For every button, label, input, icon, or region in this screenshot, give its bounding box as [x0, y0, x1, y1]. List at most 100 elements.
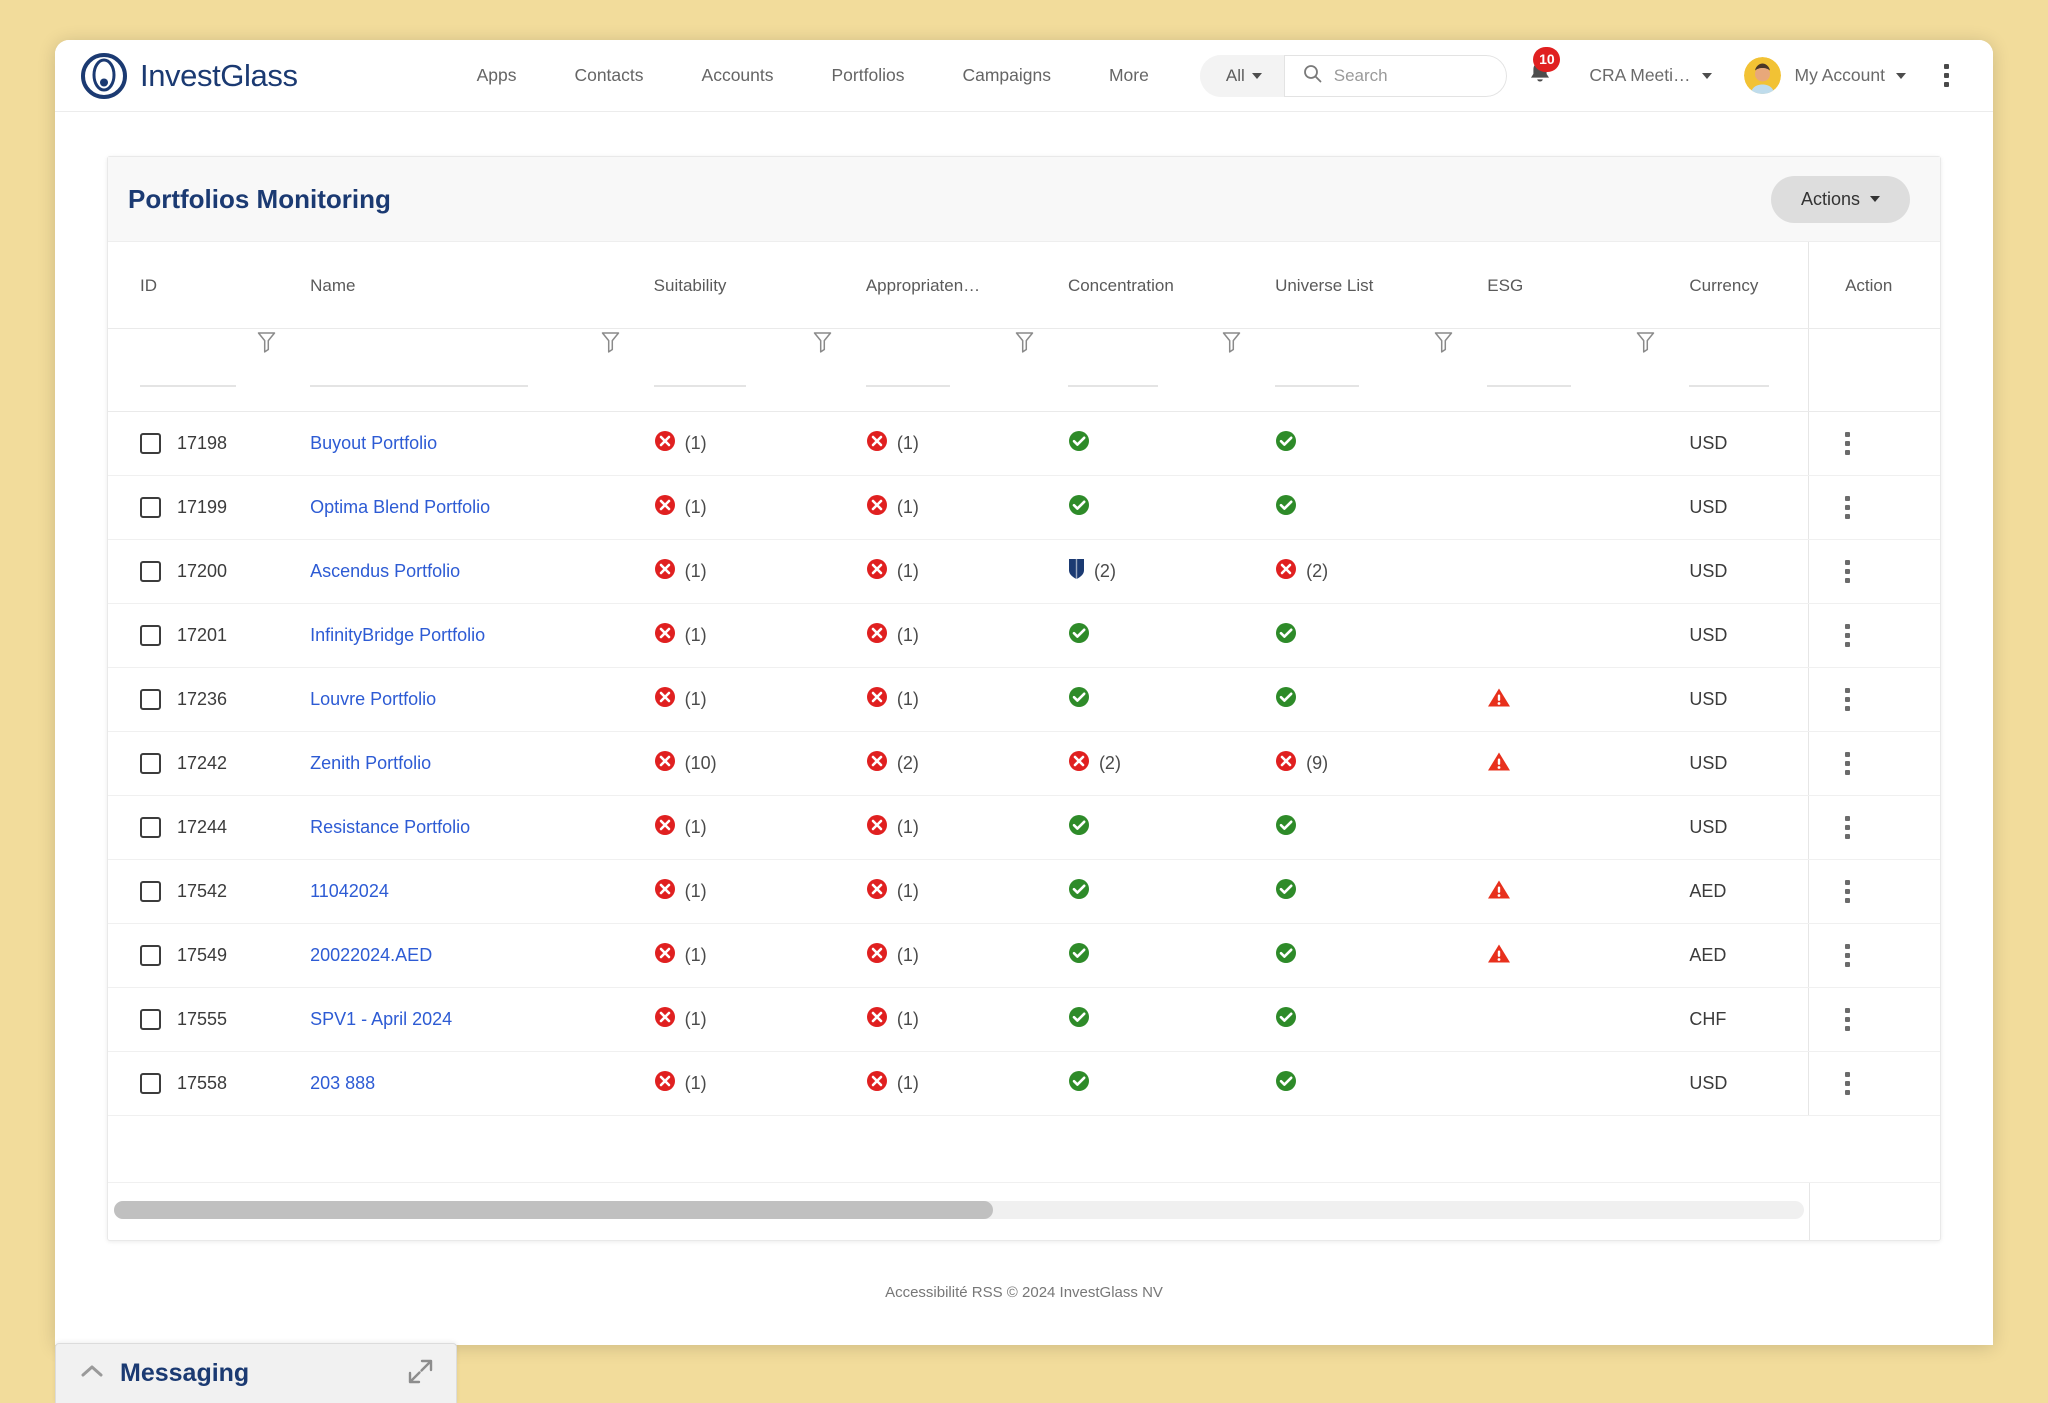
status-count: (1) [897, 817, 919, 838]
search-input[interactable]: Search [1284, 55, 1508, 97]
navbar-overflow-menu[interactable] [1922, 64, 1967, 87]
nav-item-portfolios[interactable]: Portfolios [803, 65, 934, 86]
context-switcher-dropdown[interactable]: CRA Meeti… [1573, 65, 1727, 86]
row-checkbox[interactable] [140, 497, 161, 518]
table-row[interactable]: 1754920022024.AED(1)(1)AED [108, 924, 1940, 988]
success-icon [1068, 494, 1090, 521]
row-id: 17236 [177, 689, 227, 710]
row-actions-menu[interactable] [1809, 432, 1940, 455]
portfolio-name-link[interactable]: 11042024 [310, 881, 389, 901]
portfolio-name-link[interactable]: Louvre Portfolio [310, 689, 436, 709]
filter-cell-action [1809, 329, 1940, 412]
portfolio-name-link[interactable]: Zenith Portfolio [310, 753, 431, 773]
filter-input-appropriateness[interactable] [866, 385, 950, 387]
row-actions-menu[interactable] [1809, 560, 1940, 583]
filter-input-name[interactable] [310, 385, 528, 387]
column-header-appropriateness[interactable]: Appropriaten… [866, 242, 1068, 329]
chevron-up-icon[interactable] [80, 1363, 104, 1384]
row-checkbox[interactable] [140, 433, 161, 454]
column-header-universe-list[interactable]: Universe List [1275, 242, 1487, 329]
notifications-button[interactable]: 10 [1507, 60, 1573, 92]
row-checkbox[interactable] [140, 881, 161, 902]
status-count: (2) [1099, 753, 1121, 774]
filter-icon[interactable] [1222, 331, 1241, 358]
success-icon [1275, 494, 1297, 521]
table-row[interactable]: 17244Resistance Portfolio(1)(1)USD [108, 796, 1940, 860]
nav-item-more[interactable]: More [1080, 65, 1178, 86]
error-icon [866, 1006, 888, 1033]
portfolio-name-link[interactable]: Resistance Portfolio [310, 817, 470, 837]
portfolio-name-link[interactable]: Optima Blend Portfolio [310, 497, 490, 517]
table-row[interactable]: 17558203 888(1)(1)USD [108, 1052, 1940, 1116]
portfolio-name-link[interactable]: InfinityBridge Portfolio [310, 625, 485, 645]
row-actions-menu[interactable] [1809, 624, 1940, 647]
row-checkbox[interactable] [140, 753, 161, 774]
filter-icon[interactable] [813, 331, 832, 358]
filter-input-concentration[interactable] [1068, 385, 1158, 387]
portfolio-name-link[interactable]: 203 888 [310, 1073, 375, 1093]
column-header-name[interactable]: Name [310, 242, 654, 329]
cell-universe-list [1275, 476, 1487, 540]
column-header-suitability[interactable]: Suitability [654, 242, 866, 329]
table-row[interactable]: 17242Zenith Portfolio(10)(2)(2)(9)USD [108, 732, 1940, 796]
row-actions-menu[interactable] [1809, 944, 1940, 967]
table-row[interactable]: 17198Buyout Portfolio(1)(1)USD [108, 412, 1940, 476]
nav-item-contacts[interactable]: Contacts [545, 65, 672, 86]
filter-input-esg[interactable] [1487, 385, 1571, 387]
column-header-id[interactable]: ID [108, 242, 310, 329]
cell-esg [1487, 732, 1689, 796]
row-checkbox[interactable] [140, 561, 161, 582]
row-checkbox[interactable] [140, 817, 161, 838]
messaging-dock[interactable]: Messaging [55, 1343, 457, 1403]
table-row[interactable]: 17199Optima Blend Portfolio(1)(1)USD [108, 476, 1940, 540]
table-row[interactable]: 17236Louvre Portfolio(1)(1)USD [108, 668, 1940, 732]
brand-logo[interactable]: InvestGlass [81, 53, 298, 99]
portfolio-name-link[interactable]: Buyout Portfolio [310, 433, 437, 453]
row-checkbox[interactable] [140, 689, 161, 710]
portfolio-name-link[interactable]: Ascendus Portfolio [310, 561, 460, 581]
row-actions-menu[interactable] [1809, 1072, 1940, 1095]
row-checkbox[interactable] [140, 945, 161, 966]
chevron-down-icon [1252, 73, 1262, 79]
nav-item-accounts[interactable]: Accounts [673, 65, 803, 86]
filter-icon[interactable] [257, 331, 276, 358]
table-row[interactable]: 17200Ascendus Portfolio(1)(1)(2)(2)USD [108, 540, 1940, 604]
expand-icon[interactable] [407, 1358, 434, 1390]
error-icon [1275, 558, 1297, 585]
filter-input-currency[interactable] [1689, 385, 1769, 387]
row-actions-menu[interactable] [1809, 816, 1940, 839]
actions-button[interactable]: Actions [1771, 176, 1910, 223]
filter-icon[interactable] [1015, 331, 1034, 358]
row-actions-menu[interactable] [1809, 496, 1940, 519]
row-checkbox[interactable] [140, 1073, 161, 1094]
row-actions-menu[interactable] [1809, 752, 1940, 775]
row-checkbox[interactable] [140, 625, 161, 646]
filter-icon[interactable] [1636, 331, 1655, 358]
portfolio-name-link[interactable]: SPV1 - April 2024 [310, 1009, 452, 1029]
dot [1845, 578, 1850, 583]
nav-item-apps[interactable]: Apps [448, 65, 546, 86]
row-actions-menu[interactable] [1809, 1008, 1940, 1031]
cell-currency: CHF [1689, 988, 1808, 1052]
row-checkbox[interactable] [140, 1009, 161, 1030]
search-scope-dropdown[interactable]: All [1200, 55, 1284, 97]
portfolio-name-link[interactable]: 20022024.AED [310, 945, 432, 965]
nav-item-campaigns[interactable]: Campaigns [933, 65, 1080, 86]
row-actions-menu[interactable] [1809, 688, 1940, 711]
filter-input-id[interactable] [140, 385, 236, 387]
row-actions-menu[interactable] [1809, 880, 1940, 903]
table-row[interactable]: 1754211042024(1)(1)AED [108, 860, 1940, 924]
cell-id: 17200 [108, 540, 310, 604]
table-row[interactable]: 17201InfinityBridge Portfolio(1)(1)USD [108, 604, 1940, 668]
horizontal-scrollbar-track[interactable] [114, 1201, 1804, 1219]
horizontal-scrollbar-thumb[interactable] [114, 1201, 993, 1219]
column-header-concentration[interactable]: Concentration [1068, 242, 1275, 329]
filter-icon[interactable] [601, 331, 620, 358]
column-header-currency[interactable]: Currency [1689, 242, 1808, 329]
column-header-esg[interactable]: ESG [1487, 242, 1689, 329]
filter-icon[interactable] [1434, 331, 1453, 358]
filter-input-universe-list[interactable] [1275, 385, 1359, 387]
account-menu[interactable]: My Account [1728, 57, 1922, 94]
table-row[interactable]: 17555SPV1 - April 2024(1)(1)CHF [108, 988, 1940, 1052]
filter-input-suitability[interactable] [654, 385, 746, 387]
